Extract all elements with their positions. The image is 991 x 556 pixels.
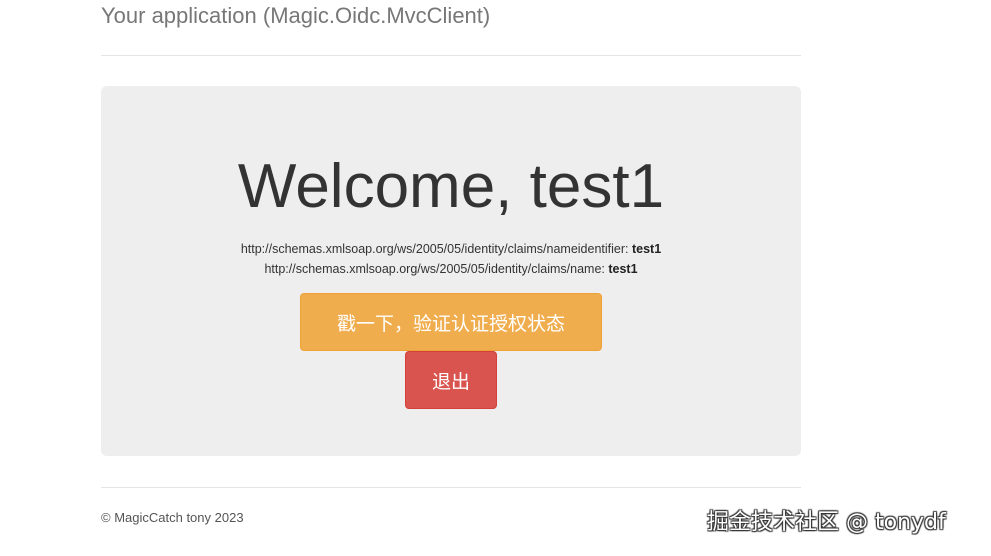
claim-value: test1 xyxy=(631,242,662,256)
page: Your application (Magic.Oidc.MvcClient) … xyxy=(0,0,991,556)
claim-type: http://schemas.xmlsoap.org/ws/2005/05/id… xyxy=(240,242,629,256)
welcome-heading: Welcome, test1 xyxy=(237,152,665,221)
claim-value: test1 xyxy=(608,262,638,276)
check-auth-button[interactable]: 戳一下，验证认证授权状态 xyxy=(300,293,602,351)
claims-list: http://schemas.xmlsoap.org/ws/2005/05/id… xyxy=(101,239,801,279)
footer-copyright: © MagicCatch tony 2023 xyxy=(101,510,244,525)
app-title: Your application (Magic.Oidc.MvcClient) xyxy=(101,3,491,28)
claim-item: http://schemas.xmlsoap.org/ws/2005/05/id… xyxy=(101,259,801,279)
watermark: 掘金技术社区 @ tonydf xyxy=(707,510,946,535)
claim-type: http://schemas.xmlsoap.org/ws/2005/05/id… xyxy=(264,262,605,276)
jumbotron: Welcome, test1 http://schemas.xmlsoap.or… xyxy=(101,86,801,456)
claim-item: http://schemas.xmlsoap.org/ws/2005/05/id… xyxy=(101,239,801,259)
footer-divider xyxy=(101,487,801,488)
logout-button[interactable]: 退出 xyxy=(405,351,497,409)
header-divider xyxy=(101,55,801,56)
